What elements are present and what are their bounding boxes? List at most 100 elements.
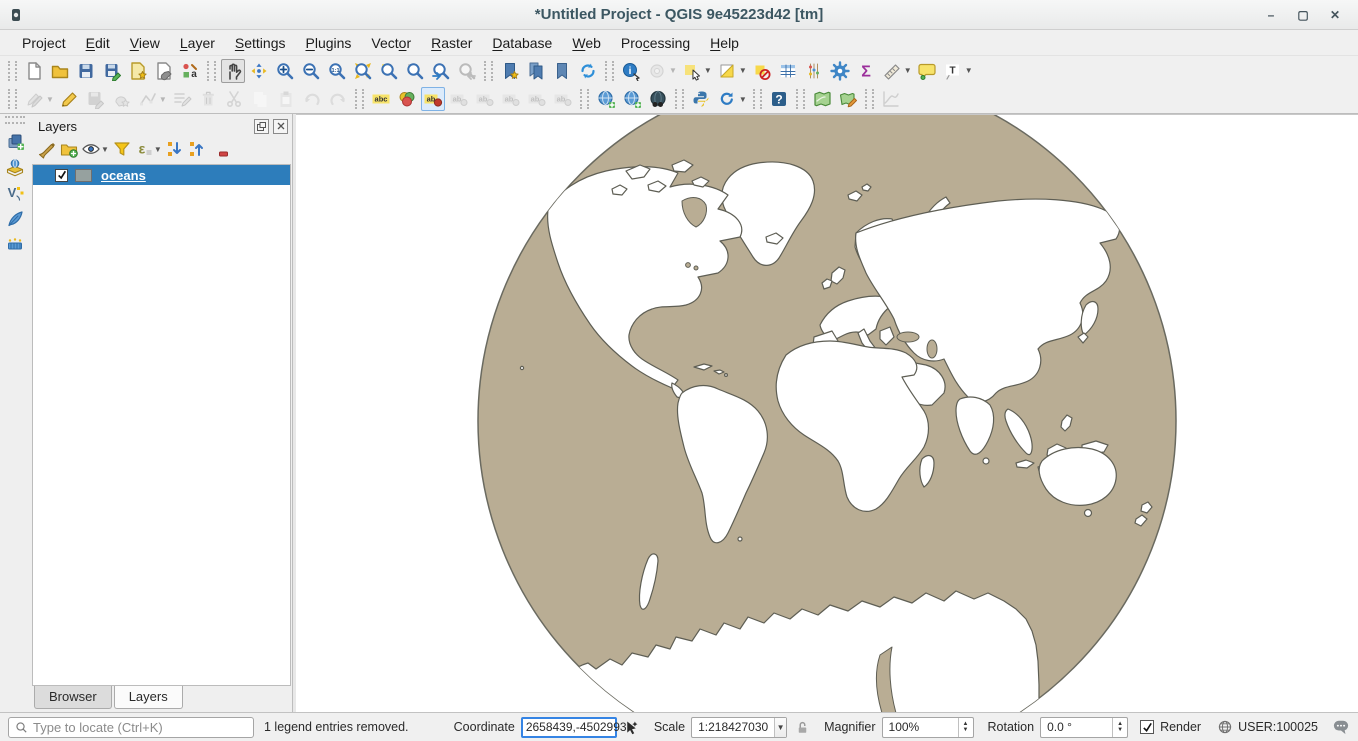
toggle-editing-button[interactable] bbox=[57, 87, 81, 111]
toolbar-handle[interactable] bbox=[605, 61, 614, 81]
pan-map-button[interactable] bbox=[221, 59, 245, 83]
menu-vector[interactable]: Vector bbox=[361, 32, 421, 54]
collapse-all-button[interactable] bbox=[186, 138, 208, 160]
help-contents-button[interactable]: ? bbox=[767, 87, 791, 111]
toolbar-handle[interactable] bbox=[580, 89, 589, 109]
layer-item-oceans[interactable]: oceans bbox=[33, 165, 290, 185]
menu-project[interactable]: Project bbox=[12, 32, 76, 54]
chevron-down-icon[interactable]: ▼ bbox=[965, 66, 973, 75]
refresh-map-button[interactable] bbox=[576, 59, 600, 83]
menu-layer[interactable]: Layer bbox=[170, 32, 225, 54]
close-panel-button[interactable] bbox=[273, 119, 288, 134]
chevron-down-icon[interactable]: ▼ bbox=[739, 66, 747, 75]
panel-tab-browser[interactable]: Browser bbox=[34, 686, 112, 709]
statistical-summary-button[interactable]: Σ bbox=[854, 59, 878, 83]
new-spatial-bookmark-button[interactable] bbox=[498, 59, 522, 83]
menu-edit[interactable]: Edit bbox=[76, 32, 120, 54]
remove-layer-button[interactable] bbox=[208, 138, 230, 160]
menu-database[interactable]: Database bbox=[482, 32, 562, 54]
select-by-expression-button[interactable] bbox=[715, 59, 739, 83]
new-3d-map-view-button[interactable] bbox=[620, 87, 644, 111]
map-canvas[interactable] bbox=[296, 114, 1358, 712]
select-features-button[interactable] bbox=[680, 59, 704, 83]
toolbar-handle[interactable] bbox=[355, 89, 364, 109]
new-geopackage-layer-button[interactable] bbox=[3, 155, 27, 179]
toolbar-handle[interactable] bbox=[796, 89, 805, 109]
layer-labeling-options-button[interactable]: abc bbox=[369, 87, 393, 111]
filter-legend-button[interactable] bbox=[111, 138, 133, 160]
data-source-manager-button[interactable] bbox=[3, 129, 27, 153]
expand-all-button[interactable] bbox=[164, 138, 186, 160]
new-print-layout-button[interactable] bbox=[126, 59, 150, 83]
show-layout-manager-button[interactable] bbox=[152, 59, 176, 83]
menu-web[interactable]: Web bbox=[562, 32, 611, 54]
layer-visibility-checkbox[interactable] bbox=[55, 169, 68, 182]
new-temporary-scratch-layer-button[interactable] bbox=[3, 207, 27, 231]
style-manager-button[interactable]: a bbox=[178, 59, 202, 83]
plugin-reload-button[interactable] bbox=[715, 87, 739, 111]
new-map-view-button[interactable] bbox=[594, 87, 618, 111]
filter-by-expression-button[interactable]: ε bbox=[133, 138, 155, 160]
zoom-in-button[interactable] bbox=[273, 59, 297, 83]
map-styling-plugin-button[interactable] bbox=[836, 87, 860, 111]
scale-combo[interactable]: 1:218427030 ▼ bbox=[691, 717, 787, 738]
menu-plugins[interactable]: Plugins bbox=[295, 32, 361, 54]
messages-icon[interactable] bbox=[1332, 719, 1350, 735]
minimize-button[interactable]: – bbox=[1258, 5, 1284, 25]
open-project-button[interactable] bbox=[48, 59, 72, 83]
add-group-button[interactable] bbox=[58, 138, 80, 160]
show-map-tips-button[interactable] bbox=[915, 59, 939, 83]
locator-search[interactable]: Type to locate (Ctrl+K) bbox=[8, 717, 254, 738]
processing-toolbox-button[interactable] bbox=[828, 59, 852, 83]
new-shapefile-layer-button[interactable]: V bbox=[3, 181, 27, 205]
lock-scale-icon[interactable] bbox=[795, 720, 810, 735]
menu-processing[interactable]: Processing bbox=[611, 32, 700, 54]
panel-tab-layers[interactable]: Layers bbox=[114, 686, 183, 709]
show-spatial-bookmarks-button[interactable] bbox=[524, 59, 548, 83]
toolbar-handle[interactable] bbox=[8, 61, 17, 81]
highlight-pinned-labels-button[interactable]: ab bbox=[421, 87, 445, 111]
toolbar-handle[interactable] bbox=[753, 89, 762, 109]
toolbar-handle[interactable] bbox=[5, 116, 25, 124]
chevron-down-icon[interactable]: ▼ bbox=[101, 145, 109, 154]
toolbar-handle[interactable] bbox=[865, 89, 874, 109]
zoom-last-button[interactable] bbox=[429, 59, 453, 83]
zoom-native-button[interactable]: 1:1 bbox=[325, 59, 349, 83]
layer-diagram-options-button[interactable] bbox=[395, 87, 419, 111]
menu-settings[interactable]: Settings bbox=[225, 32, 296, 54]
toolbar-handle[interactable] bbox=[675, 89, 684, 109]
chevron-down-icon[interactable]: ▼ bbox=[704, 66, 712, 75]
magnifier-spinbox[interactable]: 100% ▲▼ bbox=[882, 717, 974, 738]
text-annotation-button[interactable]: T bbox=[941, 59, 965, 83]
open-layer-styling-panel-button[interactable] bbox=[36, 138, 58, 160]
save-project-button[interactable] bbox=[74, 59, 98, 83]
manage-map-themes-button[interactable] bbox=[80, 138, 102, 160]
open-field-calculator-button[interactable] bbox=[802, 59, 826, 83]
new-project-button[interactable] bbox=[22, 59, 46, 83]
pan-to-selection-button[interactable] bbox=[247, 59, 271, 83]
menu-help[interactable]: Help bbox=[700, 32, 749, 54]
chevron-down-icon[interactable]: ▼ bbox=[739, 95, 747, 104]
zoom-full-button[interactable] bbox=[351, 59, 375, 83]
render-checkbox[interactable] bbox=[1140, 720, 1154, 734]
chevron-down-icon[interactable]: ▼ bbox=[154, 145, 162, 154]
spinner-arrows[interactable]: ▲▼ bbox=[958, 718, 973, 737]
show-bookmark-manager-button[interactable] bbox=[550, 59, 574, 83]
identify-features-button[interactable]: i bbox=[619, 59, 643, 83]
zoom-to-selection-button[interactable] bbox=[377, 59, 401, 83]
extents-toggle-icon[interactable] bbox=[623, 719, 640, 736]
toolbar-handle[interactable] bbox=[207, 61, 216, 81]
chevron-down-icon[interactable]: ▼ bbox=[774, 718, 786, 737]
toolbar-handle[interactable] bbox=[484, 61, 493, 81]
zoom-to-layer-button[interactable] bbox=[403, 59, 427, 83]
save-project-as-button[interactable] bbox=[100, 59, 124, 83]
menu-view[interactable]: View bbox=[120, 32, 170, 54]
chevron-down-icon[interactable]: ▼ bbox=[904, 66, 912, 75]
coordinate-input[interactable]: 2658439,-4502993 bbox=[521, 717, 617, 738]
new-virtual-layer-button[interactable] bbox=[3, 233, 27, 257]
open-attribute-table-button[interactable] bbox=[776, 59, 800, 83]
zoom-out-button[interactable] bbox=[299, 59, 323, 83]
menu-raster[interactable]: Raster bbox=[421, 32, 482, 54]
toolbar-handle[interactable] bbox=[8, 89, 17, 109]
rotation-spinbox[interactable]: 0.0 ° ▲▼ bbox=[1040, 717, 1128, 738]
